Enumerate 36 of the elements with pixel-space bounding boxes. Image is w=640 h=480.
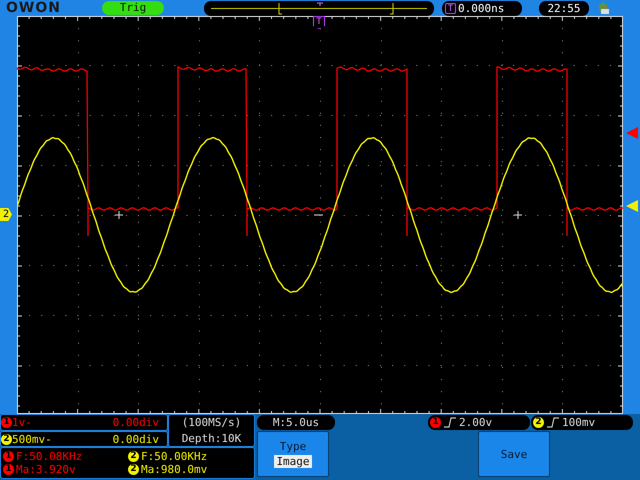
channel-marker: 2 — [0, 208, 12, 221]
trigger-badge: T — [445, 2, 456, 14]
memory-depth: Depth:10K — [182, 432, 242, 445]
type-value: Image — [274, 455, 312, 468]
measurement-value: F:50.08KHz — [16, 450, 82, 463]
trigger-level-marker-icon — [626, 200, 638, 212]
trigger-status: Trig — [102, 1, 164, 15]
timebase: M:5.0us — [257, 415, 335, 430]
brand-logo: OWON — [5, 0, 62, 16]
sample-rate: (100MS/s) — [182, 416, 242, 430]
trigger-level-marker-icon — [626, 127, 638, 139]
measurement-value: Ma:3.920v — [16, 463, 76, 476]
channel-badge: 2 — [128, 464, 139, 475]
measurement-value: F:50.00KHz — [141, 450, 208, 463]
save-menu-button[interactable]: Save — [478, 431, 550, 477]
channel-badge: 2 — [128, 451, 139, 462]
rising-edge-icon — [444, 417, 456, 428]
rising-edge-icon — [547, 417, 559, 428]
measurement-value: Ma:980.0mv — [141, 463, 208, 476]
channel-offset: 0.00div — [112, 416, 159, 429]
channel-scale: 500mv- — [12, 432, 52, 446]
trigger-level: 2.00v — [459, 416, 492, 429]
channel-scale: 1v- — [12, 416, 32, 429]
type-menu-button[interactable]: Type Image — [257, 431, 329, 477]
channel-badge: 2 — [533, 417, 544, 428]
trigger-marker: T — [313, 16, 325, 29]
trigger-level: 100mv — [562, 416, 596, 429]
channel-offset: 0.00div — [112, 432, 159, 446]
clock-time: 22:55 — [539, 0, 589, 16]
channel-badge: 1 — [1, 417, 12, 428]
channel-badge: 1 — [3, 451, 14, 462]
channel-badge: 2 — [1, 434, 12, 444]
usb-device-icon — [597, 1, 611, 15]
trigger-position: 0.000ns — [458, 2, 504, 14]
channel-badge: 1 — [430, 417, 441, 428]
channel-badge: 1 — [3, 464, 14, 475]
